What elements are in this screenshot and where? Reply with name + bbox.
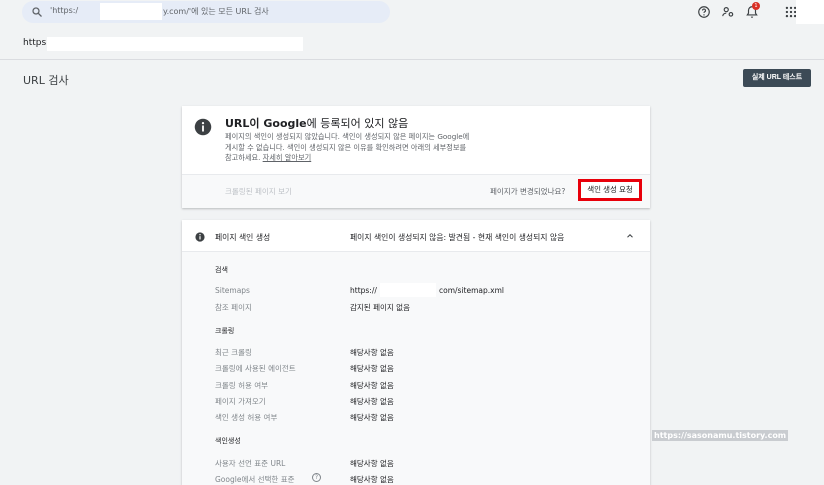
avatar[interactable]	[796, 0, 824, 24]
index-status-card: URL이 Google에 등록되어 있지 않음 페이지의 색인이 생성되지 않았…	[182, 106, 650, 208]
crawled-as-label: 크롤링에 사용된 에이전트	[215, 364, 296, 373]
user-canonical-value: 해당사항 없음	[350, 459, 394, 468]
url-search-input[interactable]: 'https:/ y.com/'에 있는 모든 URL 검사	[22, 1, 390, 23]
watermark: https://sasonamu.tistory.com	[652, 430, 789, 441]
page-indexing-header[interactable]: 페이지 색인 생성 페이지 색인이 생성되지 않음: 발견됨 - 현재 색인이 …	[182, 220, 650, 252]
page-indexing-card: 페이지 색인 생성 페이지 색인이 생성되지 않음: 발견됨 - 현재 색인이 …	[182, 220, 650, 485]
referring-page-value: 감지된 페이지 없음	[350, 303, 410, 312]
sitemaps-value-prefix: https://	[350, 286, 377, 295]
view-crawled-page-button[interactable]: 크롤링된 페이지 보기	[225, 186, 292, 197]
help-tooltip-icon[interactable]: ?	[312, 473, 321, 482]
section-indexing: 색인생성	[215, 437, 241, 445]
redacted-domain	[100, 3, 162, 20]
redacted-url	[47, 37, 303, 51]
section-crawl: 크롤링	[215, 327, 235, 335]
sitemaps-label: Sitemaps	[215, 286, 250, 295]
status-title: URL이 Google에 등록되어 있지 않음	[225, 115, 408, 131]
page-changed-text: 페이지가 변경되었나요?	[490, 187, 566, 196]
page-fetch-value: 해당사항 없음	[350, 397, 394, 406]
search-icon	[32, 7, 42, 17]
section-discovery: 검색	[215, 266, 228, 274]
live-url-test-button[interactable]: 실제 URL 테스트	[743, 69, 811, 87]
info-icon	[195, 232, 205, 242]
account-settings-icon[interactable]	[721, 5, 735, 19]
last-crawl-label: 최근 크롤링	[215, 348, 252, 357]
crawl-allowed-label: 크롤링 허용 여부	[215, 381, 269, 390]
page-fetch-label: 페이지 가져오기	[215, 397, 266, 406]
inspected-url-bar: https:/	[0, 26, 824, 60]
referring-page-label: 참조 페이지	[215, 303, 252, 312]
top-bar: 'https:/ y.com/'에 있는 모든 URL 검사 1	[0, 0, 824, 26]
status-title-google: Google	[263, 117, 307, 130]
status-desc-line3: 참고하세요.	[225, 153, 263, 162]
user-canonical-label: 사용자 선언 표준 URL	[215, 459, 286, 468]
page-indexing-label: 페이지 색인 생성	[215, 233, 271, 242]
status-title-prefix: URL이	[225, 117, 264, 130]
google-canonical-value: 해당사항 없음	[350, 475, 394, 484]
indexing-allowed-label: 색인 생성 허용 여부	[215, 413, 278, 422]
info-icon	[194, 118, 212, 136]
search-placeholder-suffix: y.com/'에 있는 모든 URL 검사	[163, 7, 269, 16]
status-desc-line: 페이지의 색인이 생성되지 않았습니다. 색인이 생성되지 않은 페이지는 Go…	[225, 132, 470, 141]
chevron-up-icon[interactable]	[625, 231, 635, 241]
crawl-allowed-value: 해당사항 없음	[350, 381, 394, 390]
learn-more-link[interactable]: 자세히 알아보기	[263, 153, 312, 162]
help-icon[interactable]	[697, 5, 711, 19]
page-title: URL 검사	[23, 74, 69, 87]
request-indexing-button[interactable]: 색인 생성 요청	[578, 179, 642, 201]
status-desc-line: 참고하세요. 자세히 알아보기	[225, 153, 525, 164]
status-description: 페이지의 색인이 생성되지 않았습니다. 색인이 생성되지 않은 페이지는 Go…	[225, 132, 525, 164]
sitemaps-value-suffix: com/sitemap.xml	[439, 286, 504, 295]
search-placeholder-prefix: 'https:/	[50, 6, 79, 15]
page-indexing-status: 페이지 색인이 생성되지 않음: 발견됨 - 현재 색인이 생성되지 않음	[350, 233, 565, 242]
status-title-suffix: 에 등록되어 있지 않음	[306, 117, 409, 130]
status-desc-line: 게시할 수 없습니다. 색인이 생성되지 않은 이유를 확인하려면 아래의 세부…	[225, 142, 467, 152]
indexing-allowed-value: 해당사항 없음	[350, 413, 394, 422]
last-crawl-value: 해당사항 없음	[350, 348, 394, 357]
redacted-domain	[380, 283, 436, 297]
crawled-as-value: 해당사항 없음	[350, 364, 394, 373]
google-canonical-label: Google에서 선택한 표준	[215, 475, 295, 484]
notification-badge: 1	[752, 2, 760, 10]
